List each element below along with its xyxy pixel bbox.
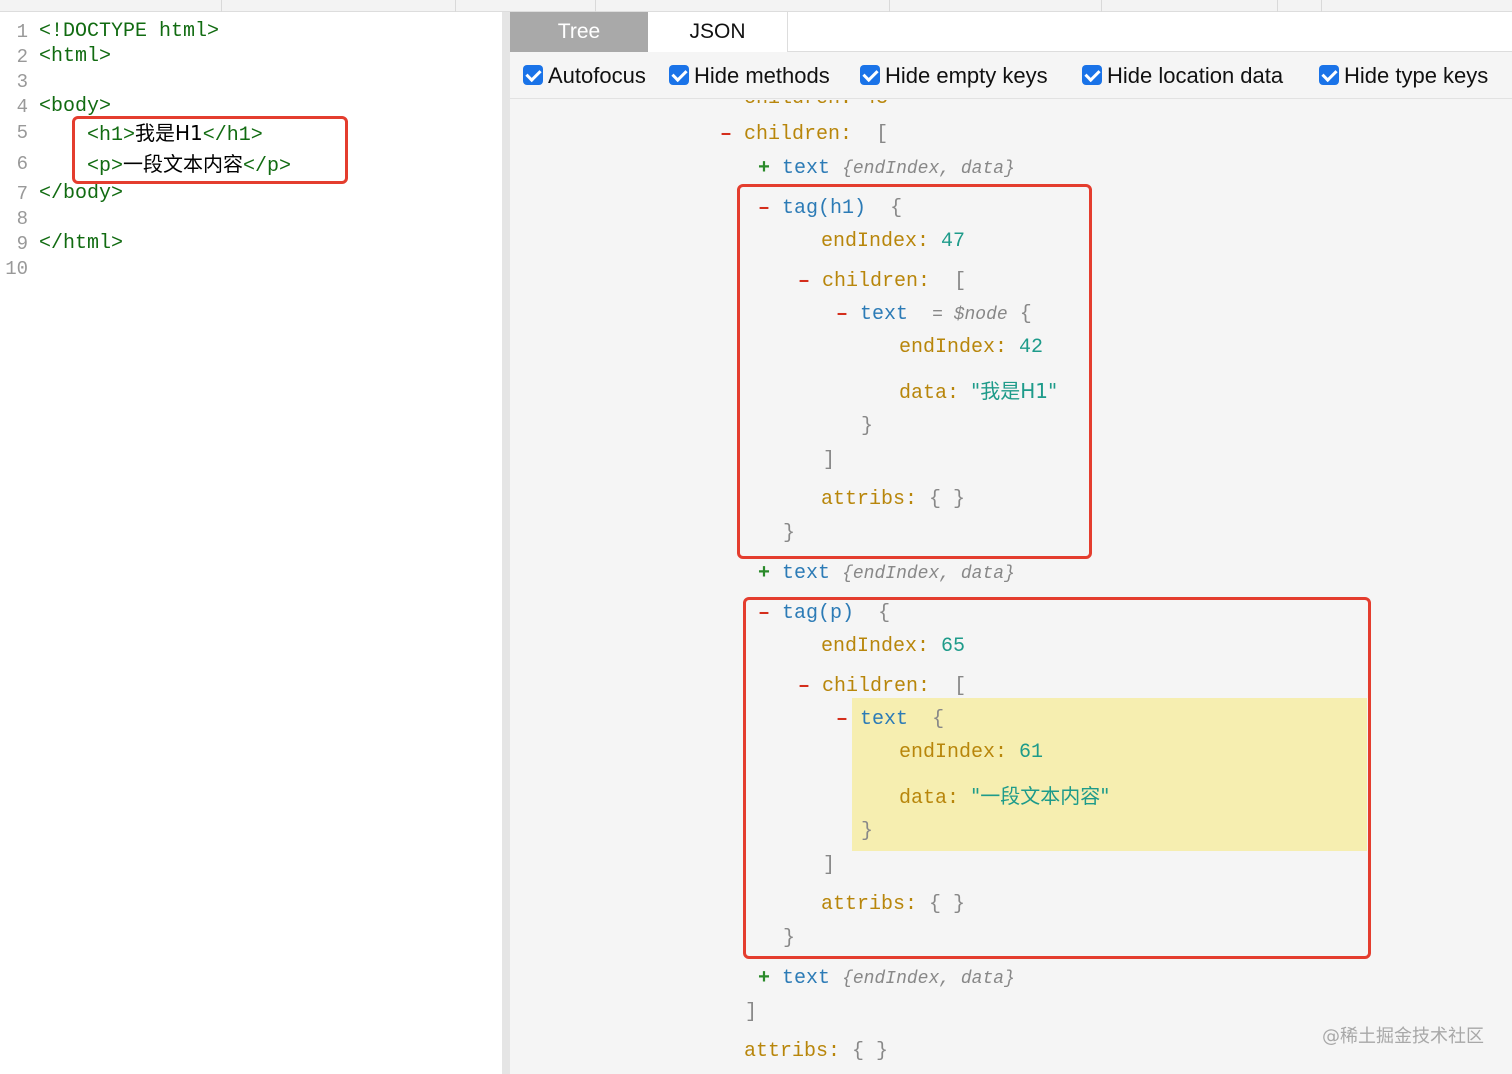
tree-row-text-collapsed[interactable]: + text {endIndex, data} — [758, 966, 1015, 992]
hide-type-keys-option[interactable]: Hide type keys — [1319, 63, 1488, 89]
tree-row-text[interactable]: – text = $node { — [836, 302, 1032, 328]
line-number: 6 — [16, 153, 28, 175]
code-text: <h1>我是H1</h1> — [39, 121, 263, 147]
line-number: 1 — [16, 21, 28, 43]
code-text: </html> — [39, 232, 124, 255]
line-number: 2 — [16, 46, 28, 68]
code-text: <!DOCTYPE html> — [39, 20, 220, 43]
checkbox-checked-icon[interactable] — [1082, 65, 1102, 85]
ast-panel: Tree JSON Autofocus Hide methods Hide em… — [510, 12, 1512, 1074]
line-number: 3 — [16, 71, 28, 93]
line-number: 9 — [16, 233, 28, 255]
tree-row-close: ] — [823, 854, 836, 877]
tree-row-children[interactable]: – children: [ — [798, 269, 966, 295]
panel-divider[interactable] — [502, 12, 510, 1074]
code-editor[interactable]: 1 <!DOCTYPE html> 2 <html> 3 4 <body> 5 <h1… — [0, 12, 502, 1074]
code-text: <html> — [39, 45, 112, 68]
tree-row-attribs: attribs: { } — [821, 893, 966, 916]
checkbox-checked-icon[interactable] — [860, 65, 880, 85]
tree-row-close: ] — [823, 449, 836, 472]
tree-row-endindex: endIndex: 42 — [899, 336, 1044, 359]
hide-methods-option[interactable]: Hide methods — [669, 63, 830, 89]
tree-row-tag-h1[interactable]: – tag(h1) { — [758, 196, 902, 222]
ast-tree: children: 43 – children: [ + text {endIn… — [510, 100, 1512, 1074]
tree-row-text-collapsed[interactable]: + text {endIndex, data} — [758, 561, 1015, 587]
code-text: <body> — [39, 95, 112, 118]
tree-row-close: } — [861, 820, 874, 843]
tree-row-children[interactable]: – children: [ — [720, 122, 888, 148]
line-number: 5 — [16, 122, 28, 144]
tree-row-attribs: attribs: { } — [744, 1040, 889, 1063]
tree-row-children[interactable]: – children: [ — [798, 674, 966, 700]
line-number: 8 — [16, 208, 28, 230]
tree-row-data: data: "一段文本内容" — [899, 784, 1110, 810]
view-tabs: Tree JSON — [510, 12, 1512, 52]
tree-row-close: } — [861, 415, 874, 438]
checkbox-checked-icon[interactable] — [523, 65, 543, 85]
tree-row-text[interactable]: – text { — [836, 707, 944, 733]
options-bar: Autofocus Hide methods Hide empty keys H… — [510, 53, 1512, 99]
tree-row-text-collapsed[interactable]: + text {endIndex, data} — [758, 156, 1015, 182]
tree-row-close: } — [783, 927, 796, 950]
hide-location-data-option[interactable]: Hide location data — [1082, 63, 1283, 89]
tab-json[interactable]: JSON — [648, 12, 788, 52]
top-toolbar-strip — [0, 0, 1512, 12]
checkbox-checked-icon[interactable] — [669, 65, 689, 85]
checkbox-checked-icon[interactable] — [1319, 65, 1339, 85]
tree-row-partial: children: 43 — [744, 100, 888, 112]
tree-row-close: } — [783, 522, 796, 545]
tree-row-data: data: "我是H1" — [899, 379, 1058, 405]
code-text: <p>一段文本内容</p> — [39, 152, 292, 178]
line-number: 4 — [16, 96, 28, 118]
tree-row-close: ] — [745, 1001, 758, 1024]
tree-row-tag-p[interactable]: – tag(p) { — [758, 601, 890, 627]
tree-row-endindex: endIndex: 61 — [899, 741, 1044, 764]
line-number: 10 — [5, 258, 28, 280]
tree-row-attribs: attribs: { } — [821, 488, 966, 511]
tree-row-endindex: endIndex: 65 — [821, 635, 966, 658]
hide-empty-keys-option[interactable]: Hide empty keys — [860, 63, 1048, 89]
autofocus-option[interactable]: Autofocus — [523, 63, 646, 89]
tab-tree[interactable]: Tree — [510, 12, 648, 52]
watermark: @稀土掘金技术社区 — [1322, 1026, 1484, 1047]
code-text: </body> — [39, 182, 124, 205]
line-number: 7 — [16, 183, 28, 205]
tree-row-endindex: endIndex: 47 — [821, 230, 966, 253]
